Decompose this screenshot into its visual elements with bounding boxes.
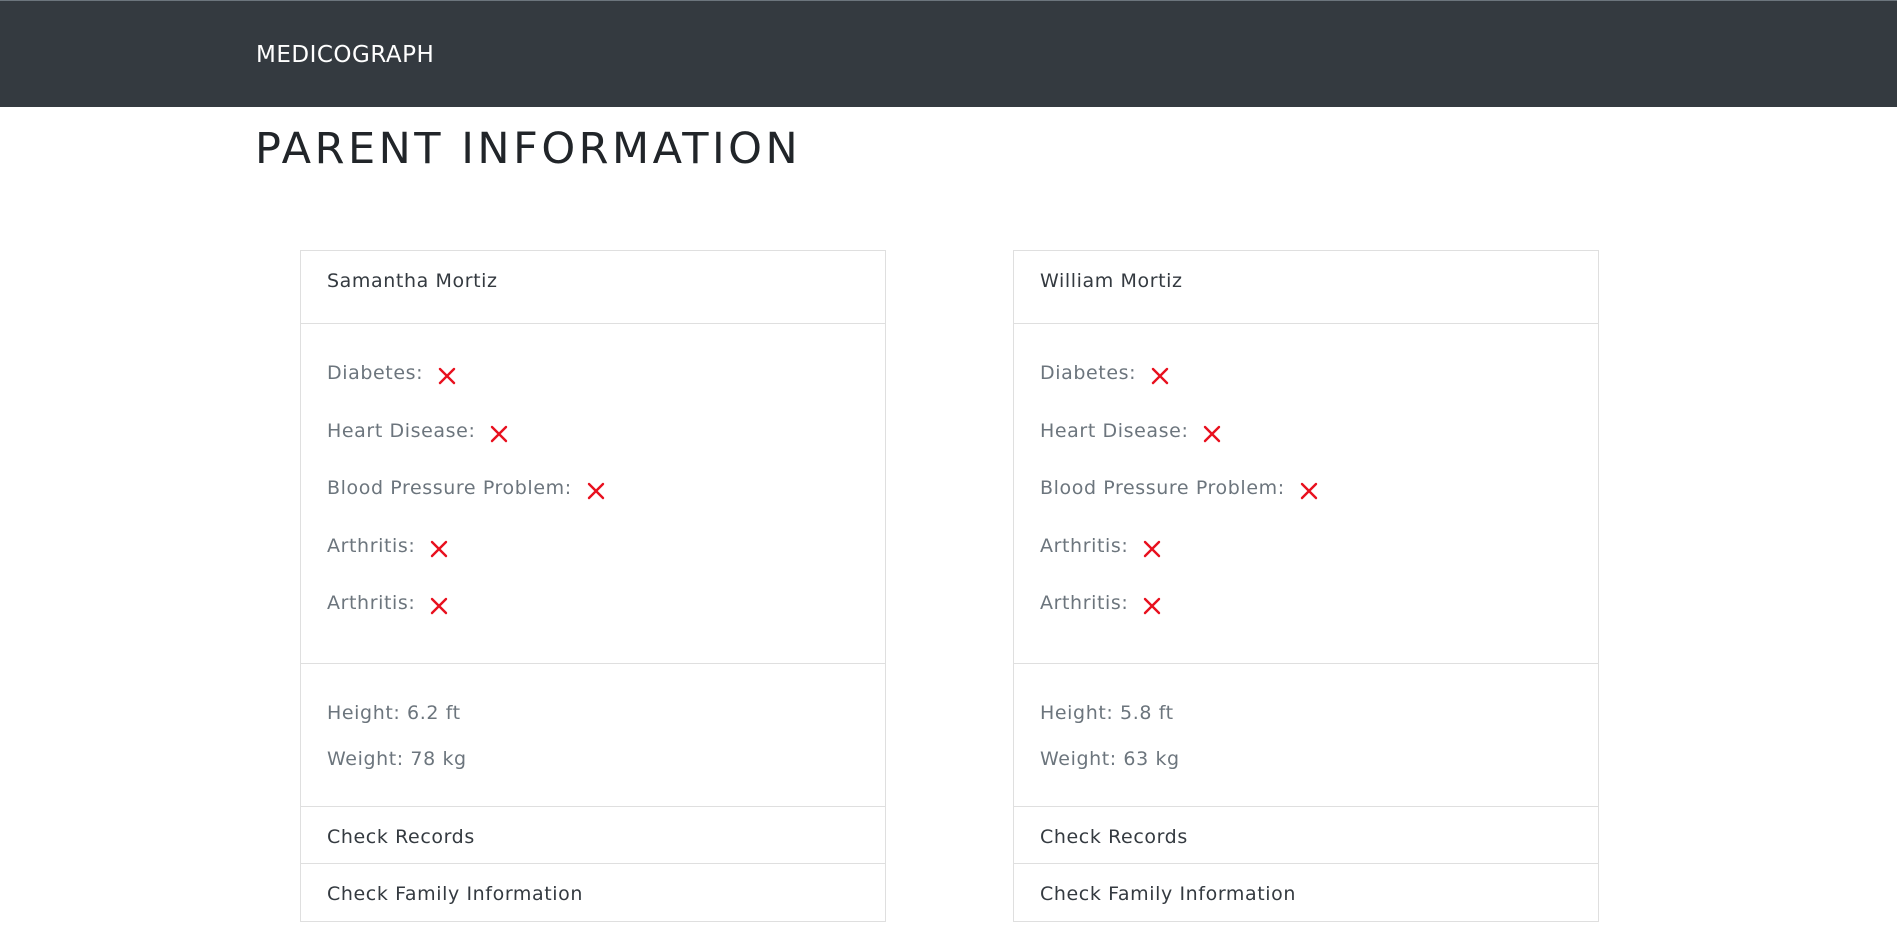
height-value: Height: 6.2 ft: [327, 702, 461, 724]
condition-row-arthritis: Arthritis:: [327, 535, 885, 593]
condition-label: Arthritis:: [327, 592, 416, 614]
weight-value: Weight: 63 kg: [1040, 748, 1180, 770]
condition-row-diabetes: Diabetes:: [1040, 362, 1598, 420]
condition-label: Heart Disease:: [1040, 419, 1189, 442]
page-title: PARENT INFORMATION: [255, 124, 802, 174]
condition-label: Arthritis:: [1040, 534, 1129, 557]
cross-icon: [1144, 540, 1161, 557]
cross-icon: [1144, 597, 1161, 615]
condition-label: Diabetes:: [1040, 362, 1137, 384]
condition-label: Arthritis:: [327, 534, 416, 557]
condition-row-diabetes: Diabetes:: [327, 362, 885, 420]
condition-row-heart-disease: Heart Disease:: [1040, 420, 1598, 478]
conditions-list: Diabetes: Heart Disease: Blood Pressure …: [1014, 324, 1598, 664]
check-records-link[interactable]: Check Records: [1014, 807, 1598, 864]
height-value: Height: 5.8 ft: [1040, 702, 1174, 724]
brand-logo-link[interactable]: MEDICOGRAPH: [256, 42, 434, 68]
cross-icon: [1204, 425, 1221, 442]
condition-row-heart-disease: Heart Disease:: [327, 420, 885, 478]
condition-label: Blood Pressure Problem:: [327, 477, 572, 499]
condition-row-arthritis-2: Arthritis:: [1040, 592, 1598, 650]
cross-icon: [1151, 367, 1169, 385]
cross-icon: [431, 540, 448, 557]
top-navbar: MEDICOGRAPH: [0, 0, 1897, 107]
conditions-list: Diabetes: Heart Disease: Blood Pressure …: [301, 324, 885, 664]
parent-card-mother: Samantha Mortiz Diabetes: Heart Disease:…: [300, 250, 886, 922]
condition-label: Arthritis:: [1040, 592, 1129, 614]
cross-icon: [431, 597, 448, 615]
parent-name: Samantha Mortiz: [301, 251, 885, 324]
condition-label: Blood Pressure Problem:: [1040, 477, 1285, 499]
cross-icon: [1300, 482, 1317, 500]
check-family-info-link[interactable]: Check Family Information: [1014, 864, 1598, 921]
condition-label: Diabetes:: [327, 362, 424, 384]
parent-name: William Mortiz: [1014, 251, 1598, 324]
condition-row-arthritis: Arthritis:: [1040, 535, 1598, 593]
check-records-link[interactable]: Check Records: [301, 807, 885, 864]
body-measurements: Height: 5.8 ft Weight: 63 kg: [1014, 664, 1598, 807]
condition-row-arthritis-2: Arthritis:: [327, 592, 885, 650]
cross-icon: [491, 425, 508, 442]
condition-label: Heart Disease:: [327, 419, 476, 442]
weight-value: Weight: 78 kg: [327, 748, 467, 770]
body-measurements: Height: 6.2 ft Weight: 78 kg: [301, 664, 885, 807]
condition-row-blood-pressure: Blood Pressure Problem:: [327, 477, 885, 535]
check-family-info-link[interactable]: Check Family Information: [301, 864, 885, 921]
parent-card-father: William Mortiz Diabetes: Heart Disease: …: [1013, 250, 1599, 922]
cross-icon: [438, 367, 456, 385]
condition-row-blood-pressure: Blood Pressure Problem:: [1040, 477, 1598, 535]
cross-icon: [587, 482, 604, 500]
